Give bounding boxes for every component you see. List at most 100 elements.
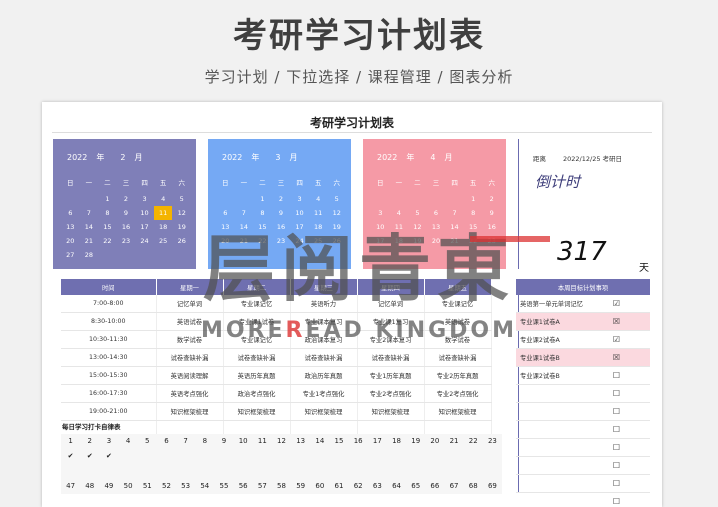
calendar-day[interactable]: 3 bbox=[135, 192, 154, 206]
calendar-day[interactable]: 4 bbox=[154, 192, 173, 206]
calendar-day[interactable]: 13 bbox=[216, 220, 235, 234]
checkin-cell[interactable] bbox=[425, 449, 444, 464]
calendar-day[interactable]: 17 bbox=[135, 220, 154, 234]
schedule-cell[interactable]: 试卷查缺补漏 bbox=[223, 348, 291, 367]
checkin-cell[interactable]: 47 bbox=[61, 479, 80, 494]
checkin-cell[interactable]: 48 bbox=[80, 479, 99, 494]
schedule-cell[interactable]: 知识框架梳理 bbox=[290, 402, 358, 421]
schedule-cell[interactable]: 试卷查缺补漏 bbox=[156, 348, 224, 367]
checkin-cell[interactable]: 7 bbox=[176, 434, 195, 449]
checkin-cell[interactable] bbox=[349, 464, 368, 479]
calendar-day[interactable]: 20 bbox=[61, 234, 80, 248]
calendar-day[interactable]: 16 bbox=[117, 220, 136, 234]
calendar-day[interactable]: 11 bbox=[390, 220, 409, 234]
checkin-cell[interactable]: 14 bbox=[310, 434, 329, 449]
checkin-cell[interactable] bbox=[387, 449, 406, 464]
calendar-day[interactable]: 20 bbox=[427, 234, 446, 248]
checkin-cell[interactable]: 4 bbox=[119, 434, 138, 449]
schedule-cell[interactable]: 政治历年真题 bbox=[290, 366, 358, 385]
calendar-day[interactable]: 16 bbox=[272, 220, 291, 234]
calendar-day[interactable]: 14 bbox=[445, 220, 464, 234]
goal-checkbox[interactable]: ☑ bbox=[583, 330, 650, 349]
calendar-day[interactable]: 4 bbox=[309, 192, 328, 206]
checkin-cell[interactable] bbox=[464, 449, 483, 464]
checkin-cell[interactable] bbox=[291, 449, 310, 464]
calendar-day[interactable]: 15 bbox=[253, 220, 272, 234]
checkin-cell[interactable] bbox=[483, 464, 502, 479]
calendar-day[interactable]: 21 bbox=[80, 234, 99, 248]
goal-text[interactable] bbox=[516, 492, 583, 507]
calendar-day[interactable]: 8 bbox=[253, 206, 272, 220]
calendar-day[interactable]: 25 bbox=[309, 234, 328, 248]
calendar-day[interactable]: 7 bbox=[445, 206, 464, 220]
checkin-cell[interactable] bbox=[80, 464, 99, 479]
checkin-cell[interactable] bbox=[483, 449, 502, 464]
calendar-day[interactable]: 13 bbox=[427, 220, 446, 234]
checkin-cell[interactable]: 55 bbox=[214, 479, 233, 494]
schedule-cell[interactable]: 知识框架梳理 bbox=[156, 402, 224, 421]
checkin-cell[interactable]: 58 bbox=[272, 479, 291, 494]
checkin-cell[interactable] bbox=[253, 464, 272, 479]
calendar-day[interactable]: 14 bbox=[235, 220, 254, 234]
checkin-cell[interactable]: 68 bbox=[464, 479, 483, 494]
calendar-day[interactable]: 21 bbox=[235, 234, 254, 248]
schedule-cell[interactable]: 英语历年真题 bbox=[223, 366, 291, 385]
checkin-cell[interactable] bbox=[176, 464, 195, 479]
checkin-cell[interactable]: 53 bbox=[176, 479, 195, 494]
checkin-cell[interactable]: 51 bbox=[138, 479, 157, 494]
calendar-day[interactable]: 6 bbox=[427, 206, 446, 220]
checkin-cell[interactable]: 62 bbox=[349, 479, 368, 494]
schedule-cell[interactable]: 数学试卷 bbox=[424, 330, 492, 349]
checkin-cell[interactable]: 16 bbox=[349, 434, 368, 449]
schedule-cell[interactable]: 英语试卷 bbox=[424, 312, 492, 331]
schedule-cell[interactable]: 记忆单词 bbox=[357, 295, 425, 313]
calendar-day[interactable]: 22 bbox=[464, 234, 483, 248]
calendar-day[interactable]: 3 bbox=[290, 192, 309, 206]
calendar-day[interactable]: 23 bbox=[272, 234, 291, 248]
calendar-day[interactable]: 1 bbox=[253, 192, 272, 206]
calendar-day[interactable]: 26 bbox=[327, 234, 346, 248]
checkin-cell[interactable]: 49 bbox=[99, 479, 118, 494]
calendar-day[interactable]: 15 bbox=[98, 220, 117, 234]
checkin-cell[interactable] bbox=[61, 464, 80, 479]
checkin-cell[interactable] bbox=[138, 449, 157, 464]
checkin-cell[interactable]: 56 bbox=[234, 479, 253, 494]
checkin-cell[interactable]: 54 bbox=[195, 479, 214, 494]
checkin-cell[interactable]: 2 bbox=[80, 434, 99, 449]
calendar-day[interactable]: 5 bbox=[408, 206, 427, 220]
checkin-cell[interactable] bbox=[444, 449, 463, 464]
checkin-cell[interactable] bbox=[272, 449, 291, 464]
goal-checkbox[interactable]: ☐ bbox=[583, 402, 650, 421]
checkin-cell[interactable] bbox=[157, 464, 176, 479]
schedule-cell[interactable]: 专业课1复习 bbox=[357, 312, 425, 331]
schedule-cell[interactable]: 英语试卷 bbox=[156, 312, 224, 331]
checkin-cell[interactable]: 65 bbox=[406, 479, 425, 494]
goal-text[interactable]: 专业课2试卷B bbox=[516, 366, 583, 385]
checkin-cell[interactable] bbox=[329, 464, 348, 479]
calendar-day[interactable]: 8 bbox=[464, 206, 483, 220]
calendar-day[interactable]: 5 bbox=[172, 192, 191, 206]
calendar-day[interactable]: 10 bbox=[135, 206, 154, 220]
checkin-cell[interactable] bbox=[368, 464, 387, 479]
checkin-cell[interactable] bbox=[406, 464, 425, 479]
checkin-cell[interactable] bbox=[138, 464, 157, 479]
calendar-day[interactable]: 2 bbox=[272, 192, 291, 206]
schedule-cell[interactable]: 专业1历年真题 bbox=[357, 366, 425, 385]
schedule-cell[interactable]: 专业课本复习 bbox=[290, 312, 358, 331]
schedule-cell[interactable]: 英语阅读理解 bbox=[156, 366, 224, 385]
goal-text[interactable]: 专业课1试卷A bbox=[516, 312, 583, 331]
calendar-day[interactable]: 27 bbox=[61, 248, 80, 262]
calendar-day[interactable]: 25 bbox=[154, 234, 173, 248]
calendar-day[interactable]: 9 bbox=[272, 206, 291, 220]
goal-text[interactable] bbox=[516, 474, 583, 493]
checkin-cell[interactable] bbox=[272, 464, 291, 479]
goal-checkbox[interactable]: ☐ bbox=[583, 456, 650, 475]
checkin-cell[interactable] bbox=[157, 449, 176, 464]
calendar-day[interactable]: 7 bbox=[235, 206, 254, 220]
schedule-cell[interactable]: 专业2课本复习 bbox=[357, 330, 425, 349]
checkin-cell[interactable]: 52 bbox=[157, 479, 176, 494]
goal-checkbox[interactable]: ☐ bbox=[583, 420, 650, 439]
checkin-cell[interactable] bbox=[310, 464, 329, 479]
calendar-day[interactable]: 6 bbox=[216, 206, 235, 220]
schedule-cell[interactable]: 知识框架梳理 bbox=[357, 402, 425, 421]
